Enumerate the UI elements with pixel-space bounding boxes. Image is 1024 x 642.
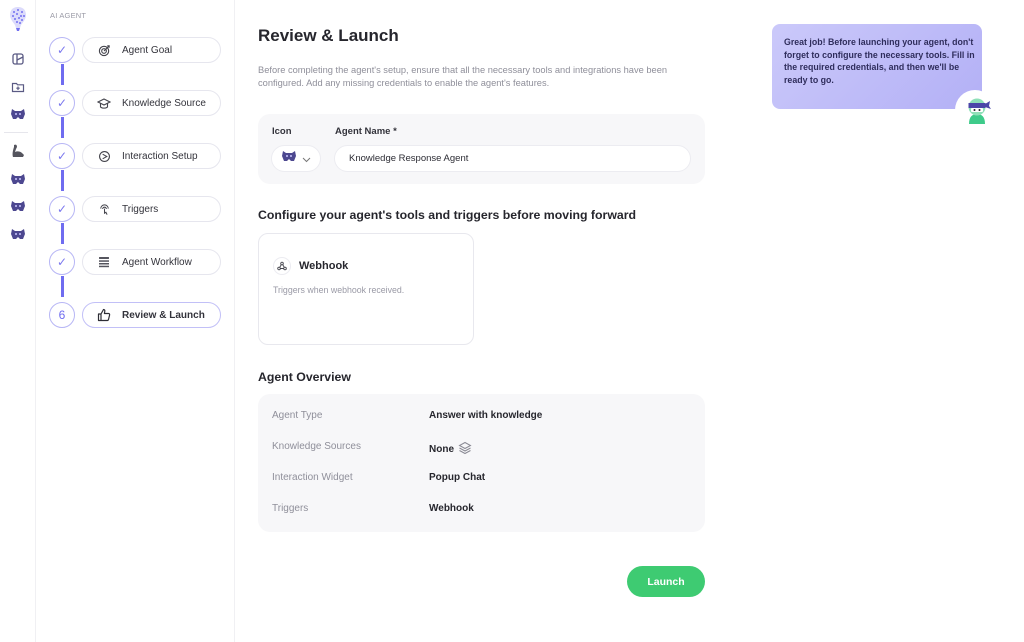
step-pill[interactable]: Interaction Setup	[82, 143, 221, 169]
step-review-launch[interactable]: 6 Review & Launch	[49, 302, 221, 328]
step-pill[interactable]: Agent Goal	[82, 37, 221, 63]
steps-sidebar: AI AGENT ✓ Agent Goal ✓ Knowledge Source…	[36, 0, 235, 642]
step-check-icon: ✓	[49, 37, 75, 63]
brain-logo-icon[interactable]	[8, 6, 28, 32]
assistant-message-bubble: Great job! Before launching your agent, …	[772, 24, 982, 109]
page-description: Before completing the agent's setup, ens…	[258, 65, 668, 88]
launch-button[interactable]: Launch	[627, 566, 705, 597]
step-pill[interactable]: Triggers	[82, 196, 221, 222]
webhook-icon	[273, 257, 291, 275]
step-label: Review & Launch	[122, 309, 205, 321]
step-label: Interaction Setup	[122, 150, 198, 162]
list-icon	[97, 255, 111, 269]
step-check-icon: ✓	[49, 90, 75, 116]
step-agent-workflow[interactable]: ✓ Agent Workflow	[49, 249, 221, 275]
overview-value: Webhook	[429, 503, 474, 514]
overview-value-text: Answer with knowledge	[429, 410, 543, 421]
step-knowledge-source[interactable]: ✓ Knowledge Source	[49, 90, 221, 116]
tool-name: Webhook	[299, 260, 349, 272]
overview-value-text: Webhook	[429, 503, 474, 514]
step-triggers[interactable]: ✓ Triggers	[49, 196, 221, 222]
configure-tools-title: Configure your agent's tools and trigger…	[258, 208, 637, 222]
step-check-icon: ✓	[49, 196, 75, 222]
graduation-cap-icon	[97, 96, 111, 110]
overview-key: Interaction Widget	[272, 472, 353, 483]
step-label: Triggers	[122, 203, 159, 215]
step-pill[interactable]: Agent Workflow	[82, 249, 221, 275]
step-label: Knowledge Source	[122, 97, 206, 109]
webhook-tool-card[interactable]: Webhook Triggers when webhook received.	[258, 233, 474, 345]
folder-plus-icon[interactable]	[8, 77, 28, 97]
tap-icon	[97, 202, 111, 216]
agent-avatar-icon[interactable]	[8, 104, 28, 124]
step-number: 6	[49, 302, 75, 328]
dashboard-icon[interactable]	[8, 49, 28, 69]
overview-row: Knowledge Sources None	[272, 441, 692, 455]
step-connector	[61, 170, 64, 191]
flexed-arm-icon[interactable]	[8, 141, 28, 161]
overview-value-text: None	[429, 444, 454, 455]
agent-overview-title: Agent Overview	[258, 370, 351, 384]
step-connector	[61, 64, 64, 85]
step-label: Agent Goal	[122, 44, 173, 56]
step-connector	[61, 223, 64, 244]
agent-name-label: Agent Name *	[335, 126, 397, 137]
overview-row: Interaction Widget Popup Chat	[272, 472, 692, 486]
chat-widget-icon	[97, 149, 111, 163]
agent-overview-card: Agent Type Answer with knowledge Knowled…	[258, 394, 705, 532]
step-interaction-setup[interactable]: ✓ Interaction Setup	[49, 143, 221, 169]
agent-avatar-icon[interactable]	[8, 169, 28, 189]
agent-avatar-icon[interactable]	[8, 196, 28, 216]
step-connector	[61, 276, 64, 297]
overview-value: Popup Chat	[429, 472, 485, 483]
step-agent-goal[interactable]: ✓ Agent Goal	[49, 37, 221, 63]
thumbs-up-icon	[97, 308, 111, 322]
overview-key: Triggers	[272, 503, 309, 514]
overview-value: None	[429, 441, 472, 458]
step-label: Agent Workflow	[122, 256, 192, 268]
step-connector	[61, 117, 64, 138]
agent-avatar-icon[interactable]	[8, 224, 28, 244]
overview-value: Answer with knowledge	[429, 410, 542, 421]
icon-label: Icon	[272, 126, 292, 137]
agent-name-input[interactable]	[334, 145, 691, 172]
icon-rail	[0, 0, 36, 642]
ninja-mascot-icon[interactable]	[962, 94, 992, 126]
step-check-icon: ✓	[49, 143, 75, 169]
overview-key: Agent Type	[272, 410, 323, 421]
page-title: Review & Launch	[258, 26, 399, 45]
target-icon	[97, 43, 111, 57]
tool-description: Triggers when webhook received.	[273, 285, 405, 295]
layers-icon[interactable]	[458, 441, 472, 458]
overview-key: Knowledge Sources	[272, 441, 361, 452]
icon-select[interactable]	[271, 145, 321, 172]
agent-avatar-icon	[281, 149, 297, 168]
step-check-icon: ✓	[49, 249, 75, 275]
rail-divider	[4, 132, 28, 133]
assistant-message: Great job! Before launching your agent, …	[784, 37, 975, 85]
step-pill-active[interactable]: Review & Launch	[82, 302, 221, 328]
steps-title: AI AGENT	[50, 11, 87, 20]
step-pill[interactable]: Knowledge Source	[82, 90, 221, 116]
agent-identity-card: Icon Agent Name *	[258, 114, 705, 184]
overview-value-text: Popup Chat	[429, 472, 486, 483]
overview-row: Triggers Webhook	[272, 503, 692, 517]
overview-row: Agent Type Answer with knowledge	[272, 410, 692, 424]
chevron-down-icon	[302, 150, 311, 168]
